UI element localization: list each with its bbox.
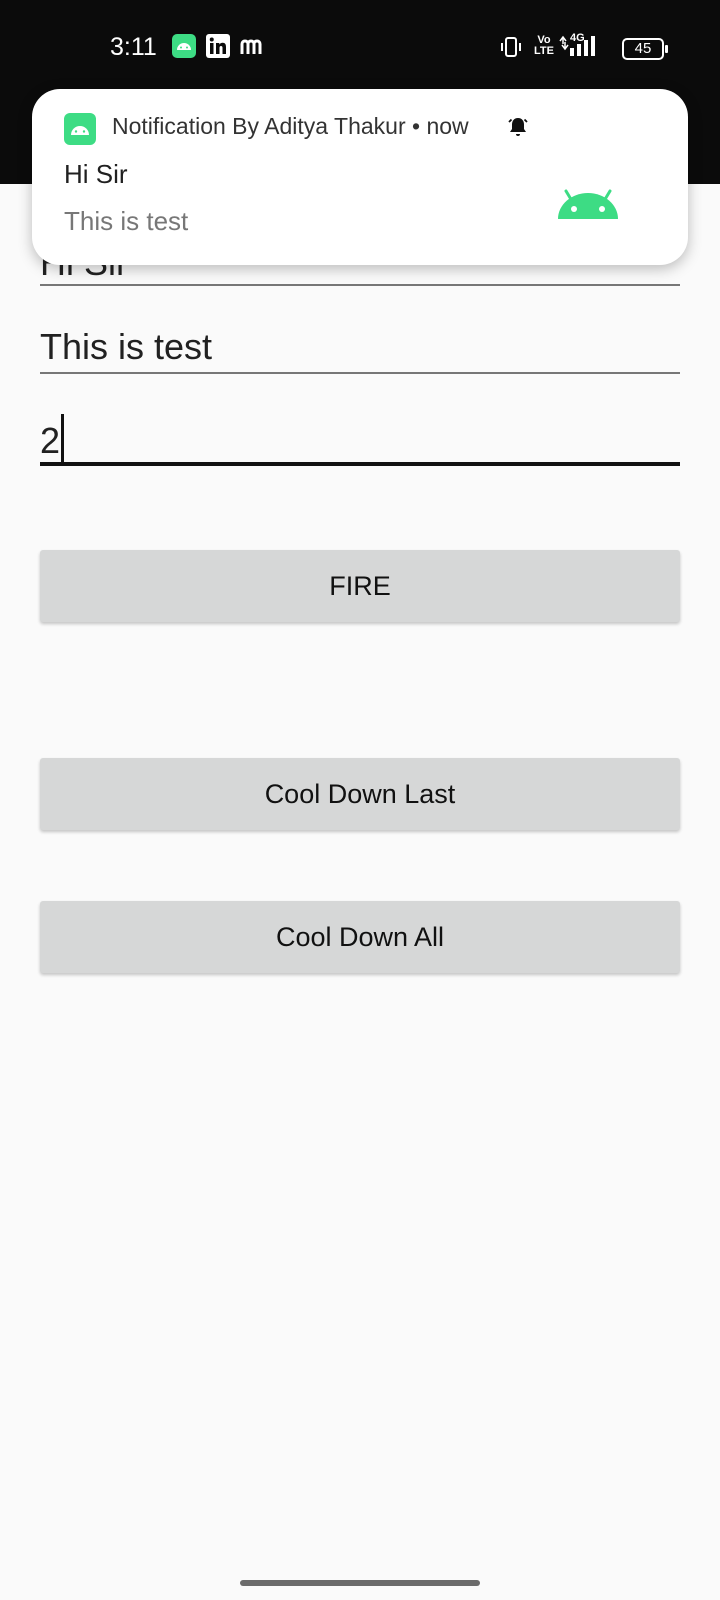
notification-separator: •	[412, 113, 421, 139]
message-field-value: This is test	[40, 326, 213, 367]
notification-app-name: Notification By Aditya Thakur	[112, 113, 406, 139]
notification-header: Notification By Aditya Thakur • now	[112, 113, 469, 140]
id-field[interactable]: 2	[40, 414, 680, 470]
id-field-value: 2	[40, 420, 61, 461]
network-type-label: 4G	[570, 32, 585, 44]
notification-app-icon	[64, 113, 96, 145]
title-field-underline	[40, 284, 680, 286]
cool-down-last-button[interactable]: Cool Down Last	[40, 758, 680, 830]
id-field-underline	[40, 462, 680, 466]
notification-body: This is test	[64, 206, 189, 236]
battery-level: 45	[634, 40, 652, 57]
volte-icon: Vo LTE	[534, 35, 554, 57]
android-app-icon	[172, 34, 196, 63]
battery-icon: 45	[622, 38, 668, 60]
heads-up-notification[interactable]: Notification By Aditya Thakur • now Hi S…	[32, 89, 688, 265]
fire-button[interactable]: FIRE	[40, 550, 680, 622]
linkedin-icon	[206, 34, 230, 63]
signal-4g-icon: 4G	[558, 32, 600, 63]
notification-title: Hi Sir	[64, 159, 128, 189]
cool-down-all-button[interactable]: Cool Down All	[40, 901, 680, 973]
navigation-gesture-handle[interactable]	[240, 1580, 480, 1586]
message-field-underline	[40, 372, 680, 374]
text-cursor	[61, 414, 65, 462]
vibrate-icon	[500, 36, 522, 63]
android-robot-icon	[556, 183, 620, 228]
notification-time: now	[426, 113, 469, 139]
status-bar: 3:11 Vo LTE 4G 45	[0, 0, 720, 94]
volte-label-bottom: LTE	[534, 45, 554, 57]
alerting-bell-icon	[506, 115, 530, 144]
medium-icon	[240, 36, 264, 61]
status-time: 3:11	[110, 33, 157, 61]
message-field[interactable]: This is test	[40, 326, 680, 376]
